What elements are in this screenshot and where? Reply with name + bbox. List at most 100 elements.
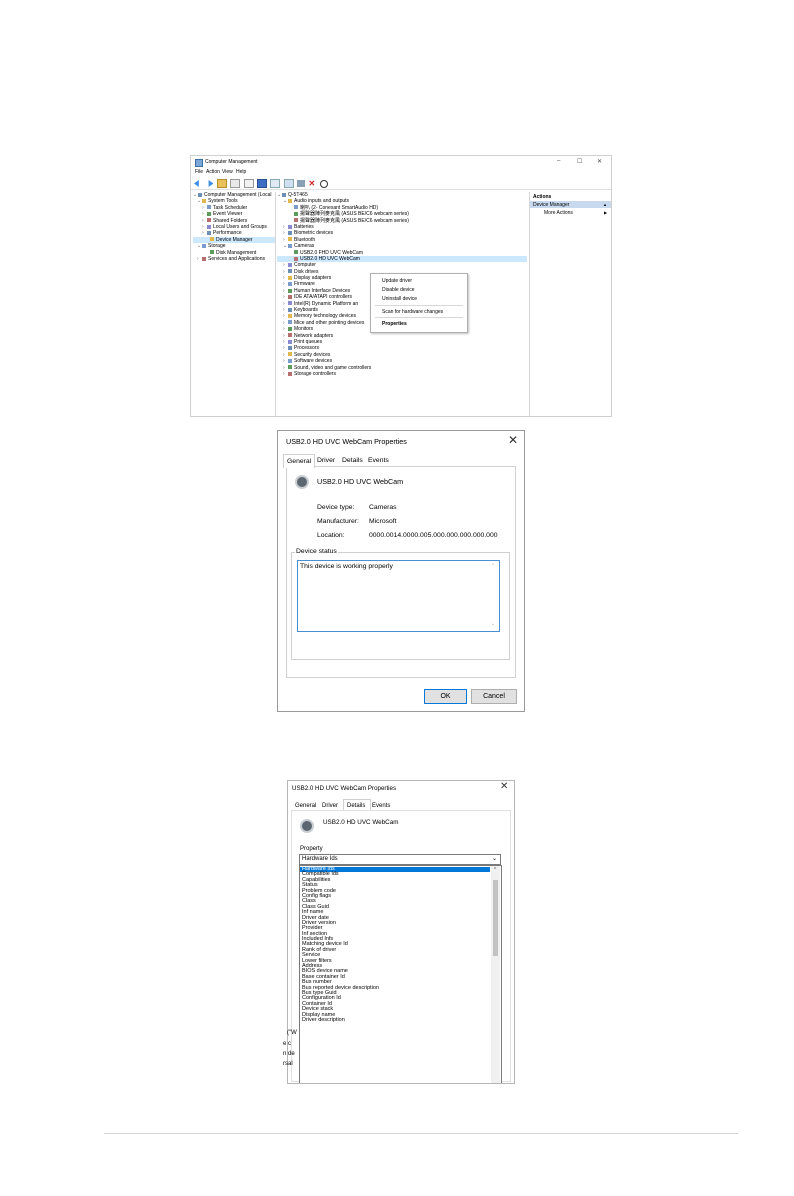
- maximize-button[interactable]: ☐: [577, 158, 582, 165]
- device-category-icon: [207, 211, 211, 216]
- cancel-button[interactable]: Cancel: [471, 689, 517, 704]
- tree-item-label: Display adapters: [294, 275, 332, 282]
- list-scrollbar[interactable]: ⌃: [491, 866, 500, 1083]
- menu-disable-device[interactable]: Disable device: [382, 287, 415, 293]
- device-category-icon: [288, 314, 292, 319]
- tree-item[interactable]: › Services and Applications: [193, 256, 275, 262]
- tree-item-label: Firmware: [294, 281, 315, 288]
- tab-events[interactable]: Events: [372, 803, 390, 809]
- back-icon[interactable]: [194, 180, 199, 187]
- minimize-button[interactable]: –: [557, 158, 560, 164]
- tree-item-label: Services and Applications: [208, 255, 265, 262]
- tree-item-label: Audio inputs and outputs: [294, 198, 350, 205]
- page-footer-rule: [104, 1133, 738, 1134]
- tree-item-label: Disk drives: [294, 268, 319, 275]
- property-dropdown[interactable]: Hardware Ids ⌄: [299, 854, 501, 865]
- tree-item-label: Task Scheduler: [213, 204, 248, 211]
- tree-item-label: Human Interface Devices: [294, 287, 351, 294]
- tab-general[interactable]: General: [283, 454, 315, 468]
- scroll-up-icon[interactable]: ⌃: [491, 563, 495, 569]
- folder-icon[interactable]: [216, 179, 227, 188]
- collapse-arrow-icon[interactable]: ▲: [603, 202, 607, 207]
- menu-separator: [375, 317, 463, 318]
- actions-header: Actions: [533, 194, 552, 200]
- device-status-text: This device is working properly: [300, 563, 393, 570]
- manufacturer-label: Manufacturer:: [317, 518, 359, 525]
- tree-item-label: Monitors: [294, 326, 314, 333]
- ok-button[interactable]: OK: [424, 689, 467, 704]
- close-button[interactable]: ✕: [597, 158, 602, 165]
- device-category-icon: [288, 269, 292, 274]
- console-tree-icon[interactable]: [230, 179, 241, 188]
- tree-item-label: Local Users and Groups: [213, 223, 267, 230]
- tree-item-label: Shared Folders: [213, 217, 248, 224]
- menu-help[interactable]: Help: [236, 169, 246, 175]
- tree-item-label: Disk Management: [216, 249, 257, 256]
- dialog-close-button[interactable]: ✕: [508, 433, 518, 447]
- tree-item[interactable]: › Storage controllers: [277, 371, 527, 377]
- toolbar: ✕: [191, 177, 611, 190]
- menu-properties[interactable]: Properties: [382, 321, 407, 327]
- monitor-icon[interactable]: [283, 179, 294, 188]
- device-category-icon: [288, 307, 292, 312]
- device-category-icon: [288, 243, 292, 248]
- tree-item-label: Intel(R) Dynamic Platform an: [294, 300, 359, 307]
- device-category-icon: [207, 224, 211, 229]
- device-category-icon: [210, 250, 214, 255]
- menu-action[interactable]: Action: [206, 169, 220, 175]
- device-category-icon: [288, 339, 292, 344]
- device-category-icon: [288, 346, 292, 351]
- tab-driver[interactable]: Driver: [317, 457, 335, 464]
- device-name: USB2.0 HD UVC WebCam: [317, 477, 404, 486]
- menu-scan-hardware[interactable]: Scan for hardware changes: [382, 309, 443, 315]
- tree-item-label: Computer Management (Local: [204, 192, 272, 198]
- help-icon[interactable]: [256, 179, 267, 188]
- scroll-down-icon[interactable]: ⌄: [491, 621, 495, 627]
- tree-item-label: Device Manager: [216, 236, 253, 243]
- tree-item-label: Software devices: [294, 358, 333, 365]
- tree-item-label: Memory technology devices: [294, 313, 356, 320]
- properties-icon[interactable]: [243, 179, 254, 188]
- scroll-up-icon[interactable]: ⌃: [493, 867, 497, 873]
- property-dropdown-list: Hardware Ids Compatible Ids Capabilities St…: [299, 865, 502, 1083]
- menu-uninstall-device[interactable]: Uninstall device: [382, 296, 417, 302]
- clipped-text-fragment: rsal: [283, 1061, 293, 1067]
- device-category-icon: [294, 218, 298, 223]
- uninstall-x-icon[interactable]: ✕: [309, 180, 317, 188]
- tab-events[interactable]: Events: [368, 457, 389, 464]
- dropdown-option[interactable]: Driver description: [300, 1017, 490, 1023]
- clipped-text-fragment: n de: [283, 1051, 295, 1057]
- scan-icon[interactable]: [319, 179, 328, 188]
- menu-file[interactable]: File: [195, 169, 203, 175]
- device-status-textbox[interactable]: This device is working properly ⌃ ⌄: [297, 560, 500, 632]
- update-driver-icon[interactable]: [297, 180, 306, 187]
- tab-driver[interactable]: Driver: [322, 803, 338, 809]
- forward-icon[interactable]: [208, 180, 214, 187]
- scrollbar-thumb[interactable]: [493, 880, 498, 956]
- device-category-icon: [288, 333, 292, 338]
- device-category-icon: [198, 192, 202, 197]
- dialog-close-button[interactable]: ✕: [500, 781, 508, 792]
- tree-item-label: Sound, video and game controllers: [294, 364, 372, 371]
- device-category-icon: [294, 205, 298, 210]
- menu-view[interactable]: View: [222, 169, 233, 175]
- tree-item-label: Batteries: [294, 223, 314, 230]
- tree-item-label: USB2.0 FHD UVC WebCam: [300, 249, 363, 256]
- property-selected: Hardware Ids: [302, 856, 338, 862]
- tab-general[interactable]: General: [295, 803, 316, 809]
- title-bar: Computer Management – ☐ ✕: [191, 156, 611, 168]
- actions-section[interactable]: Device Manager ▲: [530, 201, 611, 208]
- tab-details[interactable]: Details: [342, 457, 363, 464]
- menu-update-driver[interactable]: Update driver: [382, 278, 412, 284]
- more-actions-arrow-icon: ▶: [604, 210, 608, 215]
- device-category-icon: [288, 365, 292, 370]
- general-tab-panel: USB2.0 HD UVC WebCam Device type: Camera…: [286, 466, 516, 678]
- device-name: USB2.0 HD UVC WebCam: [323, 819, 399, 826]
- more-actions-link[interactable]: More Actions: [544, 210, 573, 216]
- view-icon[interactable]: [270, 179, 281, 188]
- device-category-icon: [288, 358, 292, 363]
- tree-item-label: Event Viewer: [213, 211, 243, 218]
- device-category-icon: [288, 288, 292, 293]
- tree-item-label: Computer: [294, 262, 316, 269]
- dialog-title: USB2.0 HD UVC WebCam Properties: [292, 785, 397, 792]
